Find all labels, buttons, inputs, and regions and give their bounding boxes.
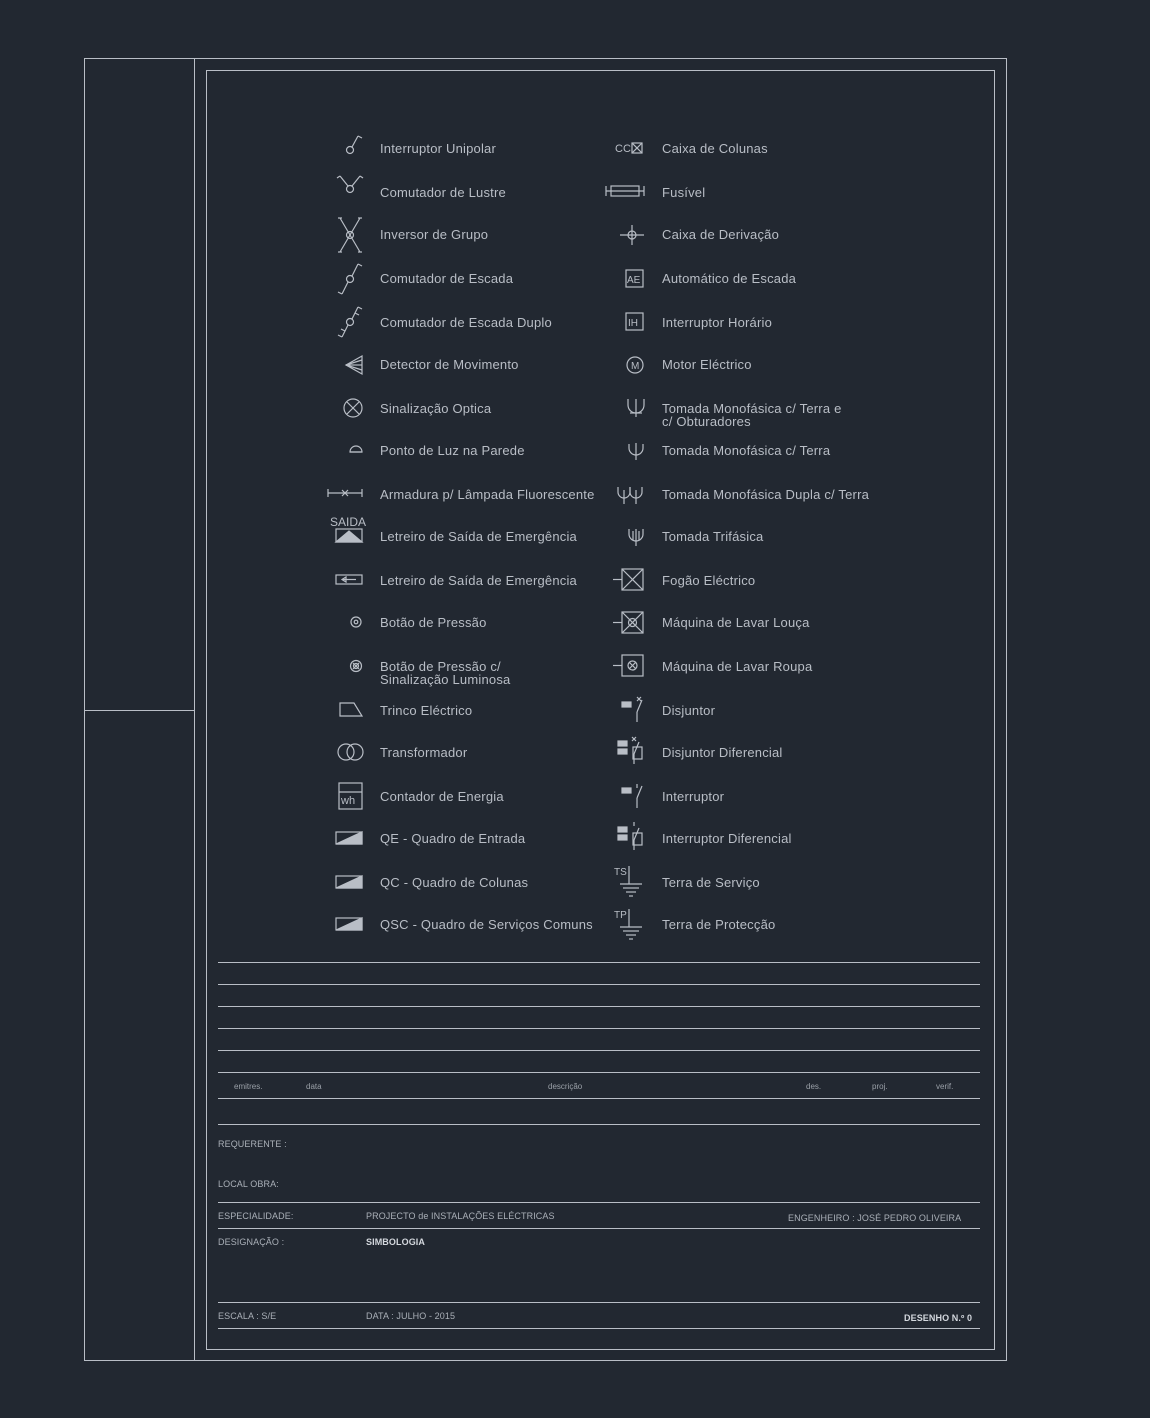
legend-label: Caixa de Derivação xyxy=(662,227,780,242)
common-services-panel-icon xyxy=(335,917,363,931)
legend-label: Caixa de Colunas xyxy=(662,141,768,156)
fluorescent-fixture-icon xyxy=(327,489,363,497)
legend-label: Terra de Serviço xyxy=(662,875,760,890)
shuttered-socket-icon xyxy=(627,399,645,417)
local-obra-label: LOCAL OBRA: xyxy=(218,1179,279,1189)
time-switch-tag: IH xyxy=(628,318,638,329)
energy-meter-tag: wh xyxy=(340,795,355,807)
double-socket-icon xyxy=(617,487,643,504)
legend-label: Tomada Monofásica c/ Terra e c/ Obturado… xyxy=(662,401,842,429)
drawing-number: DESENHO N.º 0 xyxy=(904,1313,973,1323)
legend-label: Letreiro de Saída de Emergência xyxy=(380,529,577,544)
legend-label: Máquina de Lavar Louça xyxy=(662,615,810,630)
differential-breaker-icon xyxy=(617,736,643,764)
engineer-name: ENGENHEIRO : JOSÉ PEDRO OLIVEIRA xyxy=(788,1213,962,1223)
column-box-icon xyxy=(631,142,643,154)
differential-switch-icon xyxy=(617,822,643,850)
legend-label: Máquina de Lavar Roupa xyxy=(662,659,813,674)
wall-light-point-icon xyxy=(349,445,363,453)
single-pole-switch-icon xyxy=(345,135,363,155)
push-button-icon xyxy=(350,616,362,628)
entry-panel-icon xyxy=(335,831,363,845)
stair-timer-tag: AE xyxy=(627,275,641,286)
especialidade-value: PROJECTO de INSTALAÇÕES ELÉCTRICAS xyxy=(366,1211,555,1221)
washing-machine-icon xyxy=(613,654,644,677)
service-earth-tag: TS xyxy=(614,867,627,878)
legend-label: QSC - Quadro de Serviços Comuns xyxy=(380,917,593,932)
exit-sign-tag: SAIDA xyxy=(330,515,366,529)
legend-label: Comutador de Escada Duplo xyxy=(380,315,552,330)
scale-label: ESCALA : S/E xyxy=(218,1311,277,1321)
legend-label: Interruptor xyxy=(662,789,725,804)
switch-icon xyxy=(621,784,643,808)
revision-col-project: proj. xyxy=(872,1082,888,1091)
dishwasher-icon xyxy=(613,611,644,634)
legend-label: Fusível xyxy=(662,185,706,200)
legend-label: Armadura p/ Lâmpada Fluorescente xyxy=(380,487,595,502)
drawing-sheet: CC AE IH M SAIDA wh TS TP Interruptor Un… xyxy=(0,0,1150,1418)
legend-label: Letreiro de Saída de Emergência xyxy=(380,573,577,588)
legend-label: Tomada Monofásica c/ Terra xyxy=(662,443,831,458)
legend-label: Interruptor Diferencial xyxy=(662,831,792,846)
protection-earth-tag: TP xyxy=(614,910,627,921)
legend-label: Contador de Energia xyxy=(380,789,504,804)
revision-col-description: descrição xyxy=(548,1082,583,1091)
column-box-tag: CC xyxy=(615,143,631,155)
exit-sign-icon xyxy=(334,528,364,543)
legend-label: Botão de Pressão xyxy=(380,615,487,630)
three-phase-socket-icon xyxy=(628,529,644,546)
legend-label: Disjuntor xyxy=(662,703,716,718)
fuse-icon xyxy=(605,185,645,197)
revision-col-emission: emitres. xyxy=(234,1082,263,1091)
circuit-breaker-icon xyxy=(621,696,643,722)
column-panel-icon xyxy=(335,875,363,889)
legend-label: Comutador de Escada xyxy=(380,271,514,286)
symbols-layer: CC AE IH M SAIDA wh TS TP xyxy=(327,135,645,940)
legend-label: Ponto de Luz na Parede xyxy=(380,443,525,458)
electric-stove-icon xyxy=(613,568,644,591)
stair-switch-icon xyxy=(337,263,363,295)
legend-label: Inversor de Grupo xyxy=(380,227,489,242)
legend-label: Botão de Pressão c/ Sinalização Luminosa xyxy=(380,659,511,687)
earthed-socket-icon xyxy=(628,443,644,460)
double-stair-switch-icon xyxy=(337,306,363,338)
designacao-value: SIMBOLOGIA xyxy=(366,1237,425,1247)
date-label: DATA : JULHO - 2015 xyxy=(366,1311,456,1321)
legend-label: Tomada Trifásica xyxy=(662,529,764,544)
revision-col-verified: verif. xyxy=(936,1082,954,1091)
legend-label: QE - Quadro de Entrada xyxy=(380,831,526,846)
motion-detector-icon xyxy=(344,354,363,376)
legend-label: Interruptor Horário xyxy=(662,315,773,330)
transformer-icon xyxy=(337,743,364,761)
legend-label: Disjuntor Diferencial xyxy=(662,745,783,760)
legend-label: Tomada Monofásica Dupla c/ Terra xyxy=(662,487,870,502)
legend-label: Trinco Eléctrico xyxy=(380,703,473,718)
lit-push-button-icon xyxy=(349,659,363,673)
legend-label: Terra de Protecção xyxy=(662,917,776,932)
chandelier-switch-icon xyxy=(336,175,364,194)
designacao-label: DESIGNAÇÃO : xyxy=(218,1237,285,1247)
electric-latch-icon xyxy=(339,702,364,717)
junction-box-icon xyxy=(620,225,644,245)
legend-label: Transformador xyxy=(380,745,468,760)
legend-label: Automático de Escada xyxy=(662,271,797,286)
requerente-label: REQUERENTE : xyxy=(218,1139,287,1149)
especialidade-label: ESPECIALIDADE: xyxy=(218,1211,294,1221)
legend-label: QC - Quadro de Colunas xyxy=(380,875,529,890)
group-inverter-icon xyxy=(338,217,362,253)
legend-label: Fogão Eléctrico xyxy=(662,573,756,588)
revision-col-drawn: des. xyxy=(806,1082,822,1091)
legend-label: Comutador de Lustre xyxy=(380,185,506,200)
motor-tag: M xyxy=(631,361,639,372)
legend-label: Detector de Movimento xyxy=(380,357,519,372)
legend-label: Interruptor Unipolar xyxy=(380,141,496,156)
legend-label: Motor Eléctrico xyxy=(662,357,752,372)
exit-sign-arrow-icon xyxy=(335,574,363,585)
legend-label: Sinalização Optica xyxy=(380,401,492,416)
optical-signal-icon xyxy=(343,398,363,418)
revision-col-date: data xyxy=(306,1082,322,1091)
